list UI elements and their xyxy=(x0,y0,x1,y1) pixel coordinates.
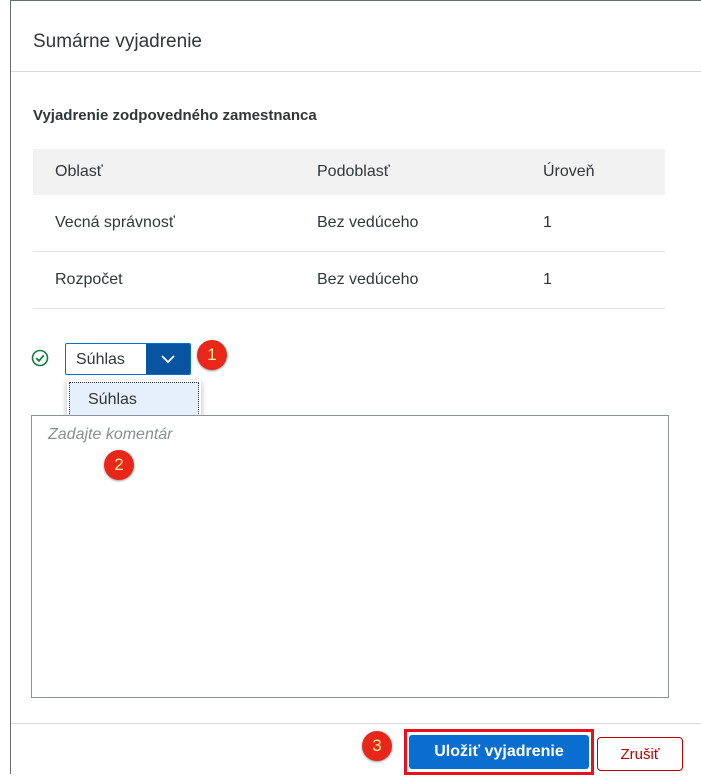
step-badge-2: 2 xyxy=(104,450,134,480)
column-header-level: Úroveň xyxy=(543,149,665,195)
cell-area: Rozpočet xyxy=(33,251,317,309)
cell-level: 1 xyxy=(543,195,665,252)
cell-subarea: Bez vedúceho xyxy=(317,251,543,309)
summary-dialog: Sumárne vyjadrenie Vyjadrenie zodpovedné… xyxy=(10,0,701,775)
cell-area: Vecná správnosť xyxy=(33,195,317,252)
column-header-area: Oblasť xyxy=(33,149,317,195)
step-badge-1: 1 xyxy=(197,340,227,370)
column-header-subarea: Podoblasť xyxy=(317,149,543,195)
chevron-down-icon xyxy=(161,355,175,364)
table-row: Vecná správnosť Bez vedúceho 1 xyxy=(33,195,665,252)
step-badge-3: 3 xyxy=(362,731,392,761)
cancel-button[interactable]: Zrušiť xyxy=(597,737,683,771)
cell-subarea: Bez vedúceho xyxy=(317,195,543,252)
responsibility-table: Oblasť Podoblasť Úroveň Vecná správnosť … xyxy=(33,149,665,309)
decision-dropdown-list: Súhlas xyxy=(67,380,201,420)
decision-select[interactable]: Súhlas xyxy=(65,343,191,375)
comment-placeholder: Zadajte komentár xyxy=(48,426,173,443)
decision-select-value: Súhlas xyxy=(76,351,125,368)
dialog-header: Sumárne vyjadrenie xyxy=(11,1,701,72)
cell-level: 1 xyxy=(543,251,665,309)
table-header-row: Oblasť Podoblasť Úroveň xyxy=(33,149,665,195)
table-row: Rozpočet Bez vedúceho 1 xyxy=(33,251,665,309)
dropdown-toggle-button[interactable] xyxy=(146,344,190,374)
section-title: Vyjadrenie zodpovedného zamestnanca xyxy=(33,107,317,124)
check-circle-icon xyxy=(31,349,49,367)
dialog-title: Sumárne vyjadrenie xyxy=(33,31,202,52)
save-statement-button[interactable]: Uložiť vyjadrenie xyxy=(409,735,589,769)
dropdown-option-suhlas[interactable]: Súhlas xyxy=(69,382,199,418)
